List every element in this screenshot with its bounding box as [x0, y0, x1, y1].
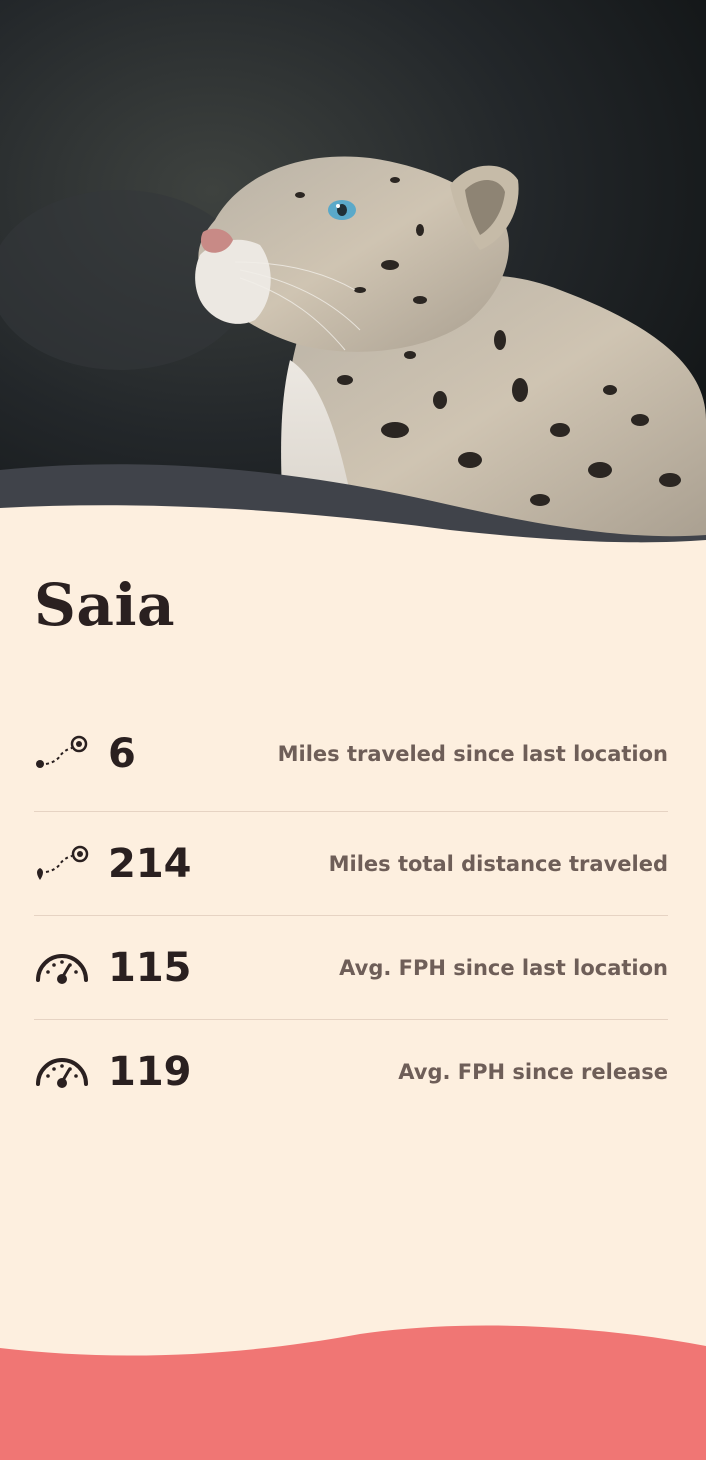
speedometer-icon: [34, 948, 90, 988]
route-start-icon: [34, 734, 90, 774]
stat-value: 115: [108, 944, 192, 991]
stat-label: Miles total distance traveled: [328, 851, 668, 876]
stat-value: 119: [108, 1049, 192, 1095]
stat-row-miles-total: 214 Miles total distance traveled: [34, 812, 668, 916]
stat-row-fph-since-release: 119 Avg. FPH since release: [34, 1020, 668, 1124]
speedometer-icon: [34, 1052, 90, 1092]
hero-photo: [0, 0, 706, 545]
stat-row-fph-since-last: 115 Avg. FPH since last location: [34, 916, 668, 1020]
stat-row-miles-since-last: 6 Miles traveled since last location: [34, 686, 668, 812]
stats-list: 6 Miles traveled since last location 214…: [34, 686, 668, 1124]
route-total-icon: [34, 844, 90, 884]
animal-card: Saia 6 Miles traveled since last locatio…: [34, 560, 668, 1124]
stat-label: Avg. FPH since last location: [339, 955, 668, 980]
stat-label: Miles traveled since last location: [277, 741, 668, 766]
stat-label: Avg. FPH since release: [398, 1060, 668, 1084]
footer-wave: [0, 1325, 706, 1460]
stat-value: 214: [108, 840, 192, 887]
snow-leopard-photo: [0, 0, 706, 545]
stat-value: 6: [108, 730, 136, 777]
animal-name: Saia: [34, 571, 176, 639]
